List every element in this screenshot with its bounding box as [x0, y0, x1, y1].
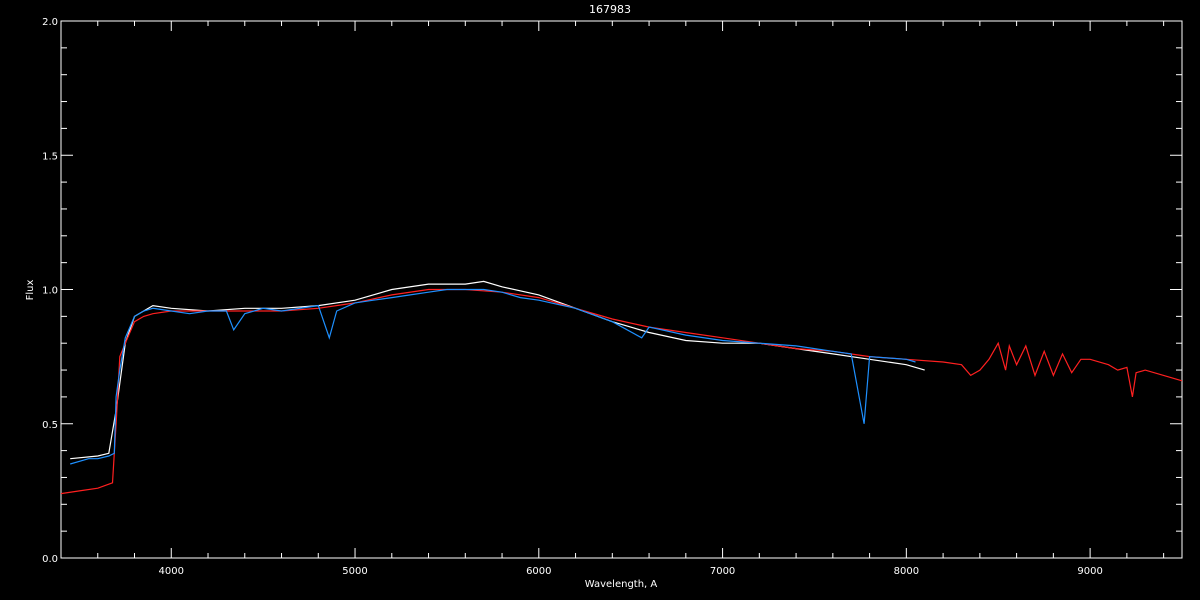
x-axis-title: Wavelength, A: [585, 579, 658, 590]
x-tick-label: 9000: [1077, 566, 1102, 577]
y-axis-title: Flux: [25, 280, 36, 301]
y-tick-label: 0.5: [42, 420, 58, 431]
x-tick-label: 7000: [710, 566, 735, 577]
y-tick-label: 1.5: [42, 151, 58, 162]
x-tick-label: 6000: [526, 566, 551, 577]
spectrum-chart: 167983 4000 5000 6000 7000 8000 9000 0.0 0.5 1.…: [0, 0, 1200, 600]
x-tick-label: 4000: [159, 566, 184, 577]
chart-svg: 167983 4000 5000 6000 7000 8000 9000 0.0 0.5 1.…: [0, 0, 1200, 600]
chart-title: 167983: [589, 3, 631, 16]
y-tick-label: 1.0: [42, 286, 58, 297]
chart-background: [0, 0, 1200, 600]
x-tick-label: 8000: [894, 566, 919, 577]
y-tick-label: 0.0: [42, 554, 58, 565]
y-tick-label: 2.0: [42, 17, 58, 28]
x-tick-label: 5000: [342, 566, 367, 577]
